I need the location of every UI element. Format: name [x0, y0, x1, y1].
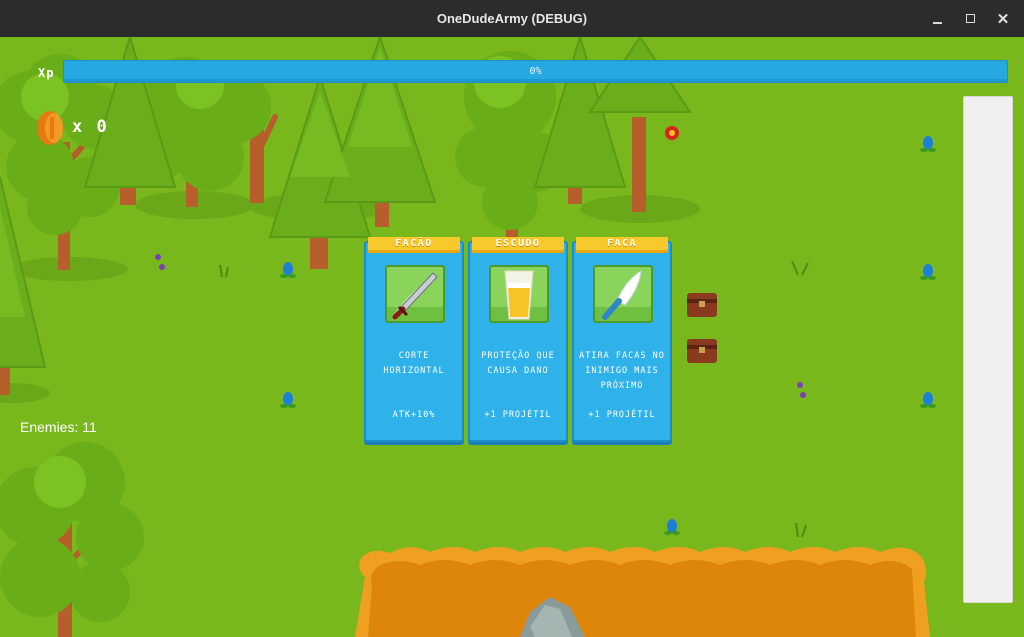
machete-icon — [385, 265, 445, 323]
maximize-button[interactable] — [953, 0, 987, 37]
window-title: OneDudeArmy (DEBUG) — [436, 11, 588, 26]
upgrade-title: FACA — [576, 237, 668, 253]
upgrade-title: ESCUDO — [472, 237, 564, 253]
upgrade-description: PROTEÇÃO QUE CAUSA DANO — [481, 351, 555, 376]
upgrade-bonus: +1 PROJÉTIL — [484, 410, 552, 420]
upgrade-card-facao[interactable]: FACÃO CORTE HORIZONTAL ATK+10% — [364, 237, 464, 442]
upgrade-bonus: +1 PROJÉTIL — [588, 410, 656, 420]
upgrade-description: CORTE HORIZONTAL — [383, 351, 445, 376]
coin-counter: x 0 — [72, 117, 109, 137]
knife-icon — [593, 265, 653, 323]
close-button[interactable]: ✕ — [986, 0, 1020, 37]
xp-label: Xp — [38, 66, 55, 80]
side-panel[interactable] — [963, 96, 1013, 603]
upgrade-description: ATIRA FACAS NO INIMIGO MAIS PRÓXIMO — [579, 351, 665, 391]
upgrade-bonus: ATK+10% — [392, 410, 436, 420]
enemies-counter: Enemies: 11 — [20, 419, 97, 435]
minimize-icon — [932, 21, 942, 24]
xp-progress-bar: 0% — [63, 60, 1008, 83]
upgrade-card-faca[interactable]: FACA ATIRA FACAS NO INIMIGO MAIS PRÓXIMO… — [572, 237, 672, 442]
upgrade-title: FACÃO — [368, 237, 460, 253]
maximize-icon — [965, 14, 975, 23]
shield-cup-icon — [489, 265, 549, 323]
close-icon: ✕ — [996, 10, 1010, 28]
window-titlebar: OneDudeArmy (DEBUG) ✕ — [0, 0, 1024, 37]
game-viewport[interactable]: Xp 0% x 0 Enemies: 11 FACÃO CORTE HORIZO… — [0, 37, 1024, 637]
minimize-button[interactable] — [920, 0, 954, 37]
coin-icon — [37, 111, 63, 145]
upgrade-card-escudo[interactable]: ESCUDO PROTEÇÃO QUE CAUSA DANO +1 PROJÉT… — [468, 237, 568, 442]
xp-percent-text: 0% — [529, 66, 542, 77]
